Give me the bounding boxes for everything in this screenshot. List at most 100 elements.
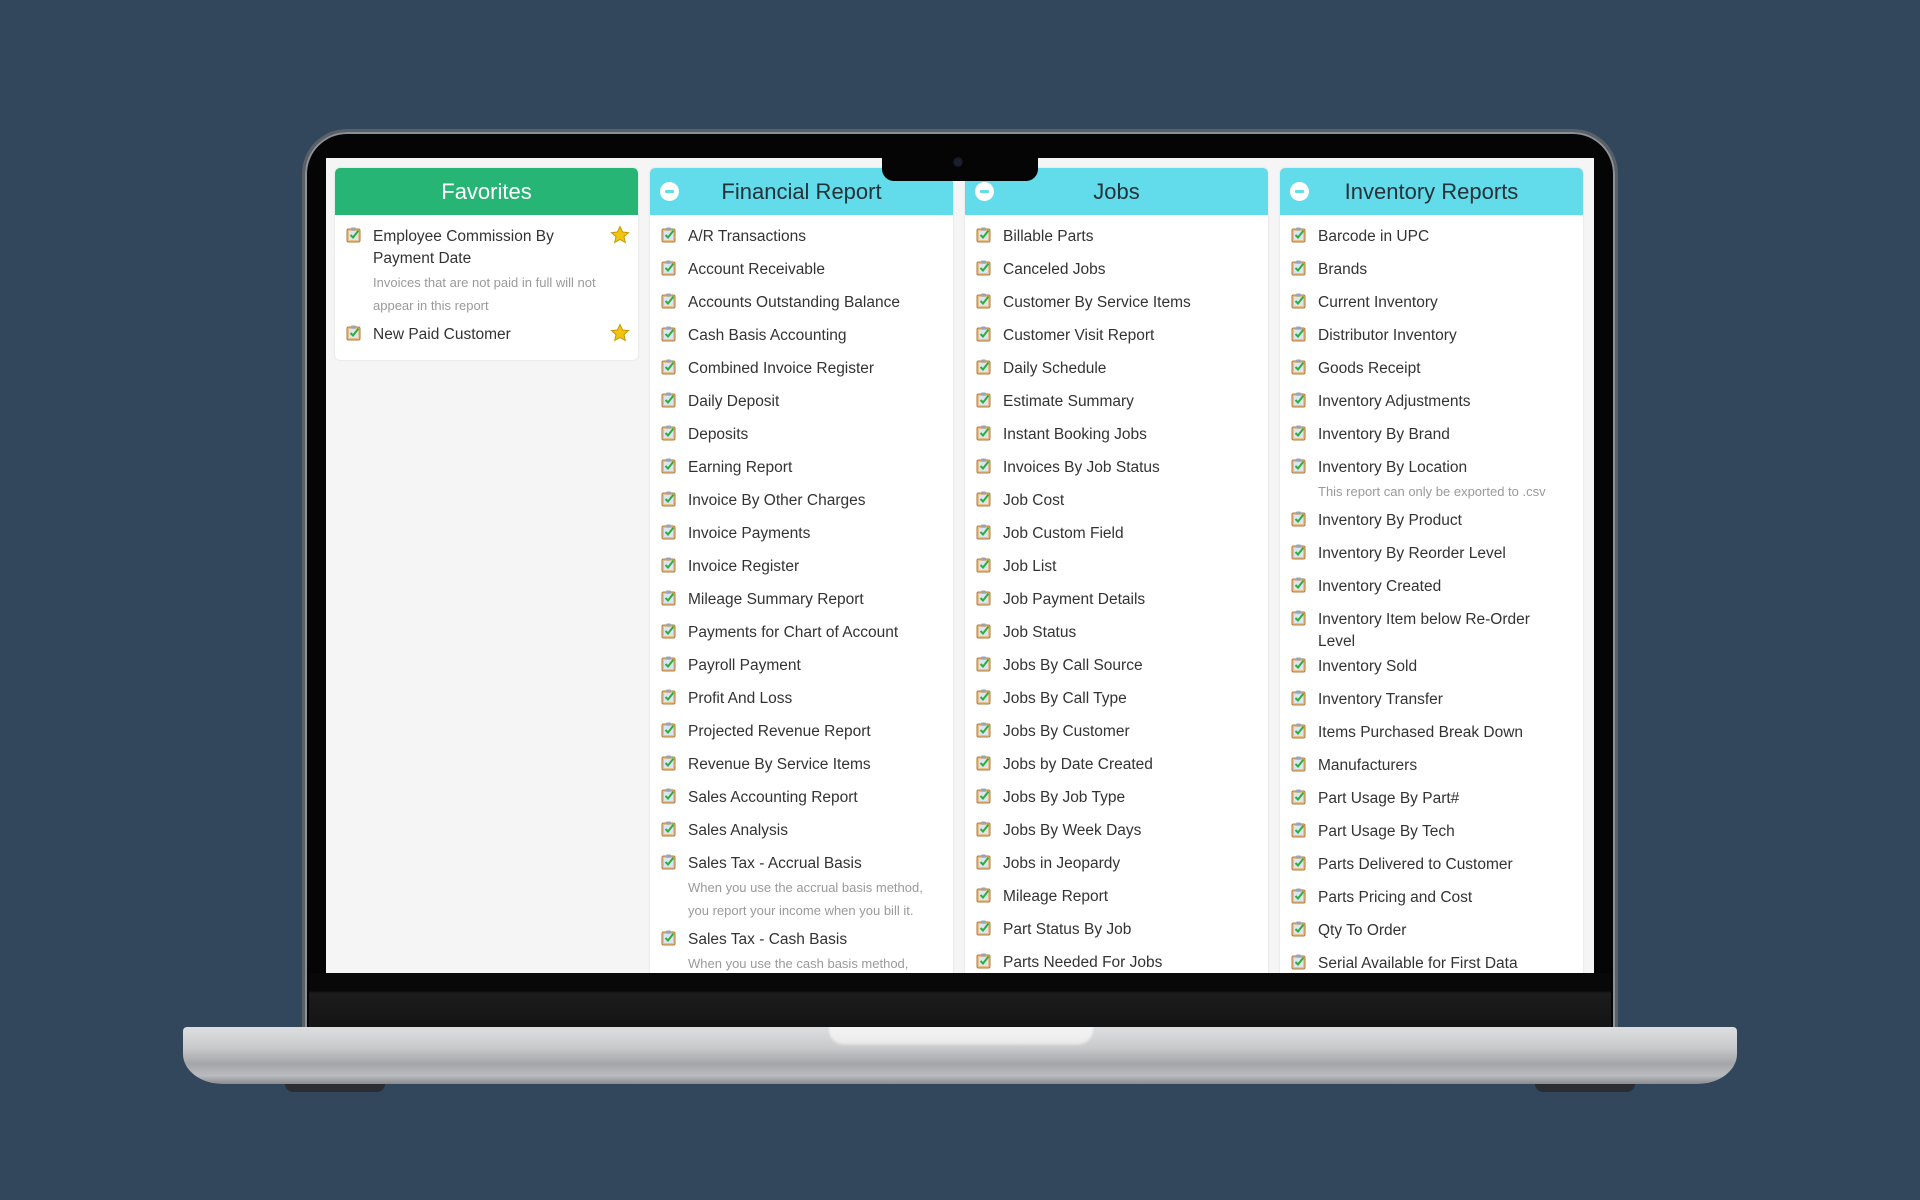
minus-circle-icon[interactable] xyxy=(1290,182,1309,201)
report-item[interactable]: Inventory Transfer xyxy=(1280,686,1583,719)
report-item[interactable]: Inventory By Product xyxy=(1280,507,1583,540)
report-item-label[interactable]: Inventory By Product xyxy=(1318,507,1557,532)
report-item[interactable]: Parts Delivered to Customer xyxy=(1280,851,1583,884)
report-item-label[interactable]: Invoice Register xyxy=(688,553,927,578)
minus-circle-icon[interactable] xyxy=(660,182,679,201)
report-item[interactable]: Items Purchased Break Down xyxy=(1280,719,1583,752)
report-item-label[interactable]: Estimate Summary xyxy=(1003,388,1242,413)
report-item[interactable]: Invoices By Job Status xyxy=(965,454,1268,487)
report-item[interactable]: Inventory Created xyxy=(1280,573,1583,606)
report-item[interactable]: Estimate Summary xyxy=(965,388,1268,421)
report-item[interactable]: Jobs By Customer xyxy=(965,718,1268,751)
star-icon[interactable] xyxy=(610,323,630,343)
report-item[interactable]: Manufacturers xyxy=(1280,752,1583,785)
report-item-label[interactable]: Payments for Chart of Account xyxy=(688,619,927,644)
report-item[interactable]: Jobs By Call Type xyxy=(965,685,1268,718)
report-item-label[interactable]: Daily Schedule xyxy=(1003,355,1242,380)
report-item-label[interactable]: Part Usage By Part# xyxy=(1318,785,1557,810)
report-item-label[interactable]: Qty To Order xyxy=(1318,917,1557,942)
report-item-label[interactable]: Inventory Item below Re-Order Level xyxy=(1318,606,1557,653)
report-item-label[interactable]: Billable Parts xyxy=(1003,223,1242,248)
report-item[interactable]: New Paid Customer xyxy=(335,321,638,354)
report-item-label[interactable]: New Paid Customer xyxy=(373,321,612,346)
report-item-label[interactable]: Job Custom Field xyxy=(1003,520,1242,545)
report-item-label[interactable]: Jobs By Job Type xyxy=(1003,784,1242,809)
report-item[interactable]: Cash Basis Accounting xyxy=(650,322,953,355)
report-item[interactable]: Barcode in UPC xyxy=(1280,223,1583,256)
report-item[interactable]: Daily Schedule xyxy=(965,355,1268,388)
report-item-label[interactable]: Jobs in Jeopardy xyxy=(1003,850,1242,875)
report-item[interactable]: Projected Revenue Report xyxy=(650,718,953,751)
report-item-label[interactable]: Barcode in UPC xyxy=(1318,223,1557,248)
report-item[interactable]: Job List xyxy=(965,553,1268,586)
report-item-label[interactable]: Sales Tax - Accrual Basis xyxy=(688,850,927,875)
report-item[interactable]: Billable Parts xyxy=(965,223,1268,256)
minus-circle-icon[interactable] xyxy=(975,182,994,201)
report-item-label[interactable]: Jobs by Date Created xyxy=(1003,751,1242,776)
report-item[interactable]: Inventory Item below Re-Order Level xyxy=(1280,606,1583,653)
report-item-label[interactable]: Job List xyxy=(1003,553,1242,578)
report-item[interactable]: Canceled Jobs xyxy=(965,256,1268,289)
report-item-label[interactable]: Revenue By Service Items xyxy=(688,751,927,776)
report-item[interactable]: Job Payment Details xyxy=(965,586,1268,619)
report-item[interactable]: Brands xyxy=(1280,256,1583,289)
report-item[interactable]: Sales Tax - Accrual Basis When you use th… xyxy=(650,850,953,926)
report-item-label[interactable]: Instant Booking Jobs xyxy=(1003,421,1242,446)
report-item-label[interactable]: Payroll Payment xyxy=(688,652,927,677)
report-item[interactable]: Part Status By Job xyxy=(965,916,1268,949)
report-item-label[interactable]: Daily Deposit xyxy=(688,388,927,413)
report-item-label[interactable]: Accounts Outstanding Balance xyxy=(688,289,927,314)
report-item-label[interactable]: Earning Report xyxy=(688,454,927,479)
report-item[interactable]: Mileage Summary Report xyxy=(650,586,953,619)
report-item-label[interactable]: Part Usage By Tech xyxy=(1318,818,1557,843)
report-item[interactable]: Sales Tax - Cash Basis When you use the c… xyxy=(650,926,953,973)
report-item-label[interactable]: Jobs By Call Source xyxy=(1003,652,1242,677)
report-item-label[interactable]: Inventory By Reorder Level xyxy=(1318,540,1557,565)
report-item[interactable]: Inventory By Reorder Level xyxy=(1280,540,1583,573)
report-item[interactable]: Serial Available for First Data xyxy=(1280,950,1583,973)
report-item-label[interactable]: Job Status xyxy=(1003,619,1242,644)
report-item[interactable]: Customer Visit Report xyxy=(965,322,1268,355)
report-item[interactable]: Part Usage By Tech xyxy=(1280,818,1583,851)
report-item-label[interactable]: Employee Commission By Payment Date xyxy=(373,223,612,270)
report-item[interactable]: Daily Deposit xyxy=(650,388,953,421)
report-item[interactable]: Jobs By Job Type xyxy=(965,784,1268,817)
report-item[interactable]: Part Usage By Part# xyxy=(1280,785,1583,818)
report-item-label[interactable]: Jobs By Customer xyxy=(1003,718,1242,743)
report-item-label[interactable]: Goods Receipt xyxy=(1318,355,1557,380)
report-item-label[interactable]: Invoices By Job Status xyxy=(1003,454,1242,479)
report-item[interactable]: Jobs By Week Days xyxy=(965,817,1268,850)
report-item[interactable]: Sales Accounting Report xyxy=(650,784,953,817)
report-item[interactable]: Job Status xyxy=(965,619,1268,652)
report-item[interactable]: Payments for Chart of Account xyxy=(650,619,953,652)
report-item-label[interactable]: Serial Available for First Data xyxy=(1318,950,1557,973)
report-item-label[interactable]: Inventory By Brand xyxy=(1318,421,1557,446)
report-item-label[interactable]: Part Status By Job xyxy=(1003,916,1242,941)
report-item-label[interactable]: Parts Delivered to Customer xyxy=(1318,851,1557,876)
report-item[interactable]: Mileage Report xyxy=(965,883,1268,916)
report-item-label[interactable]: Items Purchased Break Down xyxy=(1318,719,1557,744)
report-item-label[interactable]: Inventory By Location xyxy=(1318,454,1557,479)
report-item[interactable]: Invoice By Other Charges xyxy=(650,487,953,520)
report-item[interactable]: Deposits xyxy=(650,421,953,454)
report-item-label[interactable]: Invoice Payments xyxy=(688,520,927,545)
report-item[interactable]: Accounts Outstanding Balance xyxy=(650,289,953,322)
report-item[interactable]: Profit And Loss xyxy=(650,685,953,718)
report-item[interactable]: Revenue By Service Items xyxy=(650,751,953,784)
report-item[interactable]: Inventory By Brand xyxy=(1280,421,1583,454)
report-item-label[interactable]: Job Cost xyxy=(1003,487,1242,512)
report-item-label[interactable]: Customer By Service Items xyxy=(1003,289,1242,314)
report-item[interactable]: Customer By Service Items xyxy=(965,289,1268,322)
report-item-label[interactable]: Mileage Summary Report xyxy=(688,586,927,611)
report-item[interactable]: Inventory Adjustments xyxy=(1280,388,1583,421)
report-item[interactable]: Instant Booking Jobs xyxy=(965,421,1268,454)
report-item[interactable]: Earning Report xyxy=(650,454,953,487)
report-item-label[interactable]: Parts Pricing and Cost xyxy=(1318,884,1557,909)
report-item-label[interactable]: Profit And Loss xyxy=(688,685,927,710)
report-item[interactable]: Account Receivable xyxy=(650,256,953,289)
report-item[interactable]: Sales Analysis xyxy=(650,817,953,850)
report-item-label[interactable]: Job Payment Details xyxy=(1003,586,1242,611)
report-item[interactable]: Parts Pricing and Cost xyxy=(1280,884,1583,917)
report-item-label[interactable]: A/R Transactions xyxy=(688,223,927,248)
report-item[interactable]: Current Inventory xyxy=(1280,289,1583,322)
